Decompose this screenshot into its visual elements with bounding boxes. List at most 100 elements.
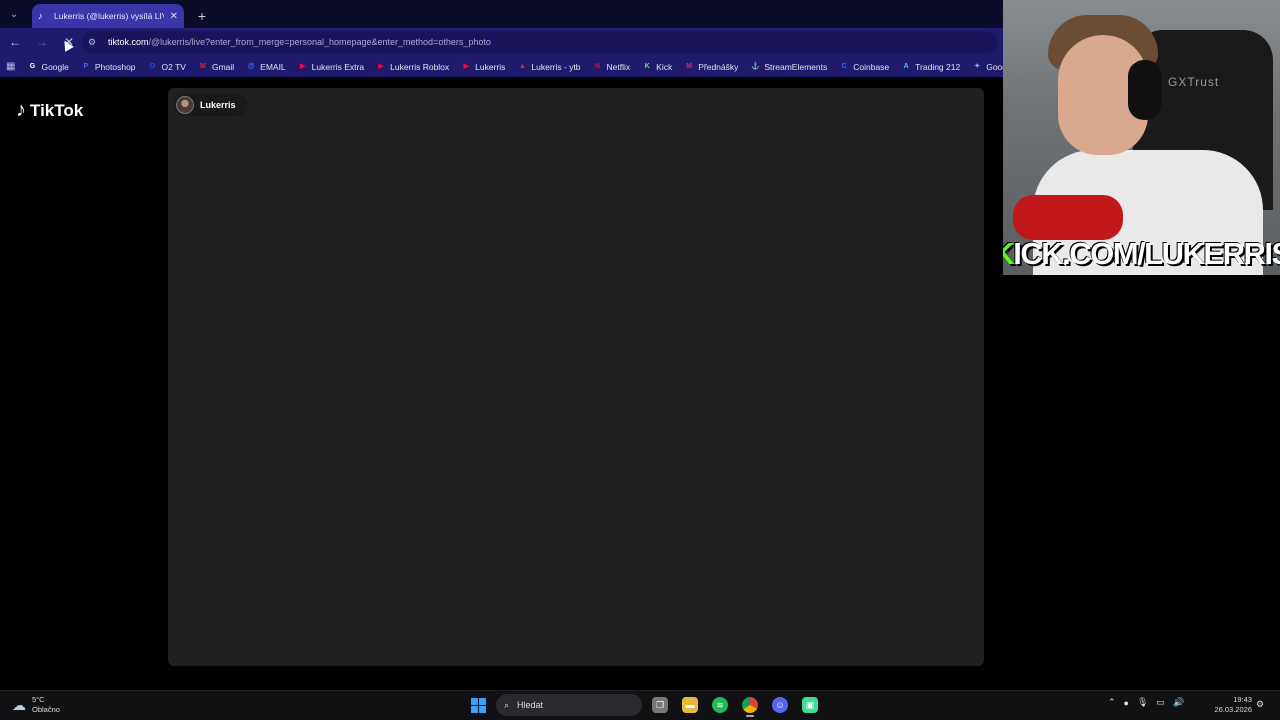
- chrome-button[interactable]: [738, 693, 762, 717]
- bookmark-icon: G: [29, 62, 36, 70]
- discord-icon: ☺: [772, 697, 788, 713]
- webcam-overlay: GXTrust KICK.COM/LUKERRIS: [1003, 0, 1280, 275]
- bookmark-icon: ⚓: [751, 62, 760, 70]
- bookmark-item[interactable]: M Gmail: [198, 62, 234, 72]
- folder-icon: ▬: [682, 697, 698, 713]
- bookmark-icon: ✦: [974, 62, 981, 70]
- forward-button[interactable]: →: [30, 30, 54, 54]
- bookmark-label: Lukerris Roblox: [390, 61, 450, 72]
- notification-bell-icon[interactable]: ⚙: [1256, 699, 1264, 710]
- bookmark-item[interactable]: M Přednášky: [684, 62, 738, 72]
- tiktok-logo[interactable]: ♪ TikTok: [16, 99, 83, 122]
- bookmark-icon: ▲: [518, 62, 526, 70]
- bookmark-item[interactable]: @ EMAIL: [246, 62, 286, 72]
- bookmark-label: Netflix: [606, 61, 631, 72]
- clock[interactable]: 19:43 26.03.2026: [1208, 695, 1252, 715]
- tab-search-chevron-icon[interactable]: ⌄: [2, 2, 26, 26]
- tray-app-icon[interactable]: ●: [1124, 698, 1129, 708]
- clock-date: 26.03.2026: [1214, 705, 1252, 714]
- browser-tab-bar: ⌄ ♪ Lukerris (@lukerris) vysílá LIVE ✕ +: [0, 0, 1003, 28]
- weather-text: 5°C Oblačno: [32, 695, 60, 715]
- live-host-chip[interactable]: Lukerris: [174, 94, 248, 116]
- bookmark-item[interactable]: N Netflix: [593, 61, 631, 72]
- taskbar-search[interactable]: ⌕ Hledat: [496, 694, 642, 716]
- volume-icon[interactable]: 🔊: [1173, 697, 1184, 708]
- bookmark-icon: O: [149, 62, 156, 70]
- site-settings-icon[interactable]: ⚙: [88, 37, 102, 48]
- bookmark-icon: C: [841, 62, 847, 70]
- clock-time: 19:43: [1233, 695, 1252, 704]
- spotify-button[interactable]: ≋: [708, 693, 732, 717]
- bookmark-item[interactable]: ▶ Lukerris Extra: [298, 62, 364, 72]
- bookmark-item[interactable]: G Google: [27, 62, 69, 72]
- taskbar-center: ⌕ Hledat ❐ ▬ ≋ ☺ ▣: [466, 693, 822, 717]
- bookmark-icon: M: [200, 62, 206, 70]
- kick-channel-banner: KICK.COM/LUKERRIS: [1003, 233, 1280, 275]
- microphone-icon[interactable]: 🎙: [1137, 697, 1148, 708]
- bookmark-item[interactable]: ▲ Lukerris - ytb: [517, 61, 581, 72]
- tiktok-note-icon: ♪: [16, 99, 26, 121]
- url-host: tiktok.com: [108, 37, 149, 47]
- task-view-icon: ❐: [652, 697, 668, 713]
- bookmark-label: Přednášky: [698, 61, 739, 72]
- bookmark-icon: ▶: [463, 62, 469, 70]
- kick-banner-text: ICK.COM/LUKERRIS: [1013, 236, 1280, 271]
- bookmark-label: Lukerris - ytb: [531, 61, 581, 72]
- tiktok-favicon-icon: ♪: [38, 11, 43, 21]
- bookmark-item[interactable]: ⚓ StreamElements: [750, 62, 827, 72]
- url-path: /@lukerris/live?enter_from_merge=persona…: [148, 37, 491, 47]
- bookmark-item[interactable]: A Trading 212: [901, 61, 961, 72]
- bookmark-label: StreamElements: [764, 61, 828, 72]
- back-button[interactable]: ←: [3, 30, 27, 54]
- cloud-icon: ☁: [12, 696, 26, 713]
- bookmarks-bar: ▦ G Google P Photoshop O O2 TV M Gmail @ EMAIL ▶ Lu…: [0, 56, 1003, 77]
- host-avatar[interactable]: [176, 96, 194, 114]
- bookmark-item[interactable]: ▶ Lukerris: [461, 62, 505, 72]
- bookmark-label: Lukerris Extra: [311, 61, 365, 72]
- bookmark-label: Gmail: [211, 61, 235, 72]
- file-explorer-button[interactable]: ▬: [678, 693, 702, 717]
- bookmark-item[interactable]: C Coinbase: [839, 62, 889, 72]
- network-icon[interactable]: ▭: [1156, 697, 1165, 708]
- discord-button[interactable]: ☺: [768, 693, 792, 717]
- app-button[interactable]: ▣: [798, 693, 822, 717]
- screen: ⌄ ♪ Lukerris (@lukerris) vysílá LIVE ✕ +…: [0, 0, 1280, 720]
- bookmark-item[interactable]: P Photoshop: [81, 62, 136, 72]
- headset: [1128, 60, 1162, 120]
- bookmark-item[interactable]: O O2 TV: [148, 62, 186, 72]
- apps-grid-icon[interactable]: ▦: [6, 61, 15, 72]
- taskbar-search-label: Hledat: [517, 700, 544, 710]
- kick-banner-prefix: K: [1003, 236, 1015, 272]
- bookmark-icon: P: [83, 62, 89, 70]
- bookmark-icon: N: [595, 62, 601, 70]
- bookmark-item[interactable]: ▶ Lukerris Roblox: [376, 62, 449, 72]
- windows-taskbar: ☁ 5°C Oblačno ⌕ Hledat ❐ ▬ ≋ ☺ ▣ ⌃ ● 🎙 ▭…: [0, 690, 1280, 720]
- bookmark-label: Kick: [656, 61, 673, 72]
- live-video-panel[interactable]: Lukerris: [168, 88, 984, 666]
- bookmark-icon: A: [903, 62, 909, 70]
- bookmark-item[interactable]: K Kick: [642, 61, 673, 72]
- start-button[interactable]: [466, 693, 490, 717]
- address-bar[interactable]: ⚙ tiktok.com/@lukerris/live?enter_from_m…: [82, 31, 997, 53]
- browser-tab-active[interactable]: ♪ Lukerris (@lukerris) vysílá LIVE ✕: [32, 4, 184, 28]
- app-icon: ▣: [802, 697, 818, 713]
- bookmark-icon: K: [644, 62, 650, 70]
- bookmark-item[interactable]: ✦ Google Gem: [972, 62, 1003, 72]
- weather-desc: Oblačno: [32, 705, 60, 714]
- tray-chevron-up-icon[interactable]: ⌃: [1108, 697, 1116, 708]
- weather-widget[interactable]: ☁ 5°C Oblačno: [12, 695, 60, 715]
- bookmark-label: Photoshop: [94, 61, 136, 72]
- new-tab-button[interactable]: +: [190, 4, 214, 28]
- address-url[interactable]: tiktok.com/@lukerris/live?enter_from_mer…: [108, 37, 491, 47]
- task-view-button[interactable]: ❐: [648, 693, 672, 717]
- search-icon: ⌕: [504, 699, 510, 710]
- tiktok-logo-text: TikTok: [30, 100, 84, 120]
- chair-brand-logo: GXTrust: [1168, 75, 1220, 89]
- bookmark-icon: ▶: [378, 62, 384, 70]
- bookmark-label: Trading 212: [915, 61, 961, 72]
- bookmark-label: O2 TV: [161, 61, 186, 72]
- chrome-icon: [742, 697, 758, 713]
- host-name[interactable]: Lukerris: [200, 100, 236, 110]
- tab-close-icon[interactable]: ✕: [170, 11, 178, 22]
- spotify-icon: ≋: [712, 697, 728, 713]
